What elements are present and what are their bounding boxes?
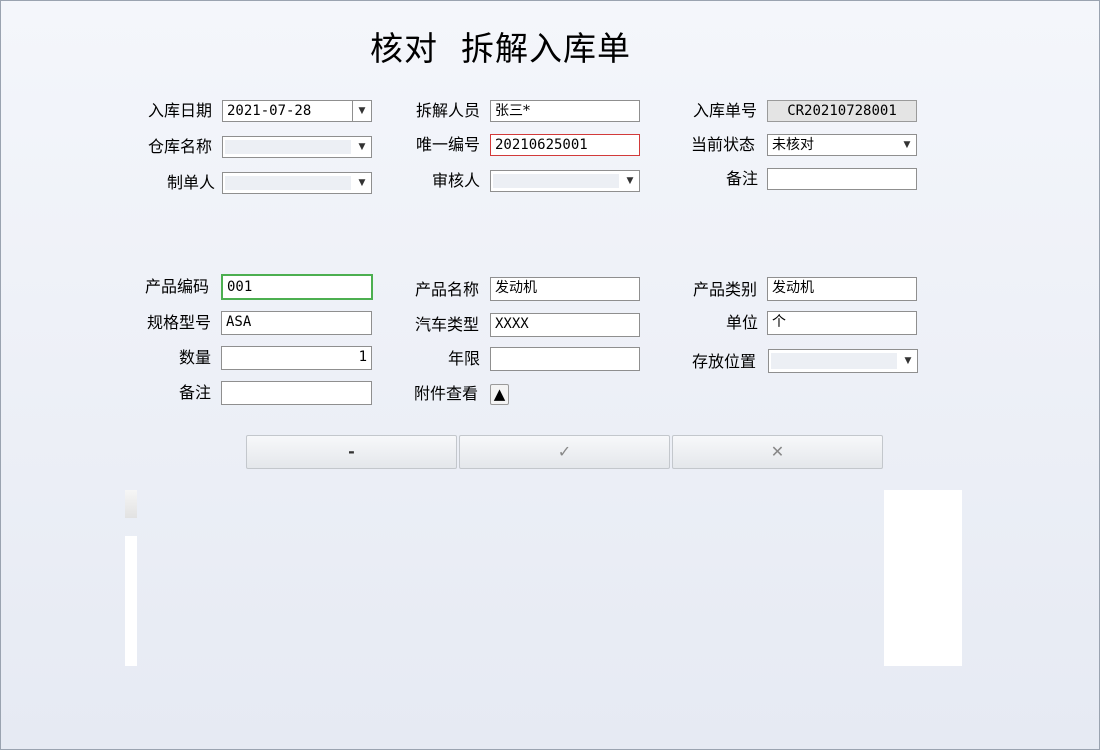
header-remark-label: 备注 [726,169,759,188]
dismantler-field[interactable]: 张三* [490,100,640,122]
attachment-label: 附件查看 [414,384,479,403]
left-panel [125,536,137,666]
product-code-label: 产品编码 [145,277,210,296]
qty-label: 数量 [179,348,212,367]
scroll-handle[interactable] [125,490,137,518]
chevron-down-icon[interactable]: ▼ [352,101,371,121]
product-code-field[interactable]: 001 [221,274,373,300]
cancel-button[interactable]: ✕ [672,435,883,469]
page-title: 核对 拆解入库单 [370,29,631,68]
product-category-field[interactable]: 发动机 [767,277,917,301]
header-remark-field[interactable] [767,168,917,190]
product-remark-field[interactable] [221,381,372,405]
spec-field[interactable]: ASA [221,311,372,335]
creator-label: 制单人 [167,173,216,192]
right-panel [884,490,962,666]
status-value: 未核对 [772,137,814,153]
in-date-value: 2021-07-28 [227,103,312,119]
spec-label: 规格型号 [147,313,212,332]
qty-field[interactable]: 1 [221,346,372,370]
reviewer-select[interactable]: ▼ [490,170,640,192]
chevron-down-icon[interactable]: ▼ [621,171,639,191]
chevron-down-icon[interactable]: ▼ [353,137,371,157]
order-no-field: CR20210728001 [767,100,917,122]
select-fill [493,174,619,188]
product-remark-label: 备注 [179,383,212,402]
confirm-button[interactable]: ✓ [459,435,670,469]
select-fill [225,176,351,190]
status-select[interactable]: 未核对 ▼ [767,134,917,156]
location-select[interactable]: ▼ [768,349,918,373]
years-label: 年限 [448,349,481,368]
triangle-up-icon: ▲ [493,385,506,403]
warehouse-select[interactable]: ▼ [222,136,372,158]
in-date-picker[interactable]: 2021-07-28 ▼ [222,100,372,122]
attachment-view-button[interactable]: ▲ [490,384,509,405]
minus-button[interactable]: - [246,435,457,469]
product-name-label: 产品名称 [415,280,480,299]
car-type-field[interactable]: XXXX [490,313,640,337]
chevron-down-icon[interactable]: ▼ [899,350,917,372]
unit-field[interactable]: 个 [767,311,917,335]
chevron-down-icon[interactable]: ▼ [898,135,916,155]
unit-label: 单位 [726,313,759,332]
select-fill [771,353,897,369]
select-fill [225,140,351,154]
order-no-label: 入库单号 [693,101,758,120]
product-category-label: 产品类别 [693,280,758,299]
product-name-field[interactable]: 发动机 [490,277,640,301]
dismantler-label: 拆解人员 [416,101,481,120]
unique-no-field[interactable]: 20210625001 [490,134,640,156]
chevron-down-icon[interactable]: ▼ [353,173,371,193]
reviewer-label: 审核人 [432,171,481,190]
car-type-label: 汽车类型 [415,315,480,334]
location-label: 存放位置 [692,352,757,371]
status-label: 当前状态 [691,135,756,154]
creator-select[interactable]: ▼ [222,172,372,194]
warehouse-label: 仓库名称 [148,137,213,156]
unique-no-label: 唯一编号 [416,135,481,154]
years-field[interactable] [490,347,640,371]
in-date-label: 入库日期 [148,101,213,120]
